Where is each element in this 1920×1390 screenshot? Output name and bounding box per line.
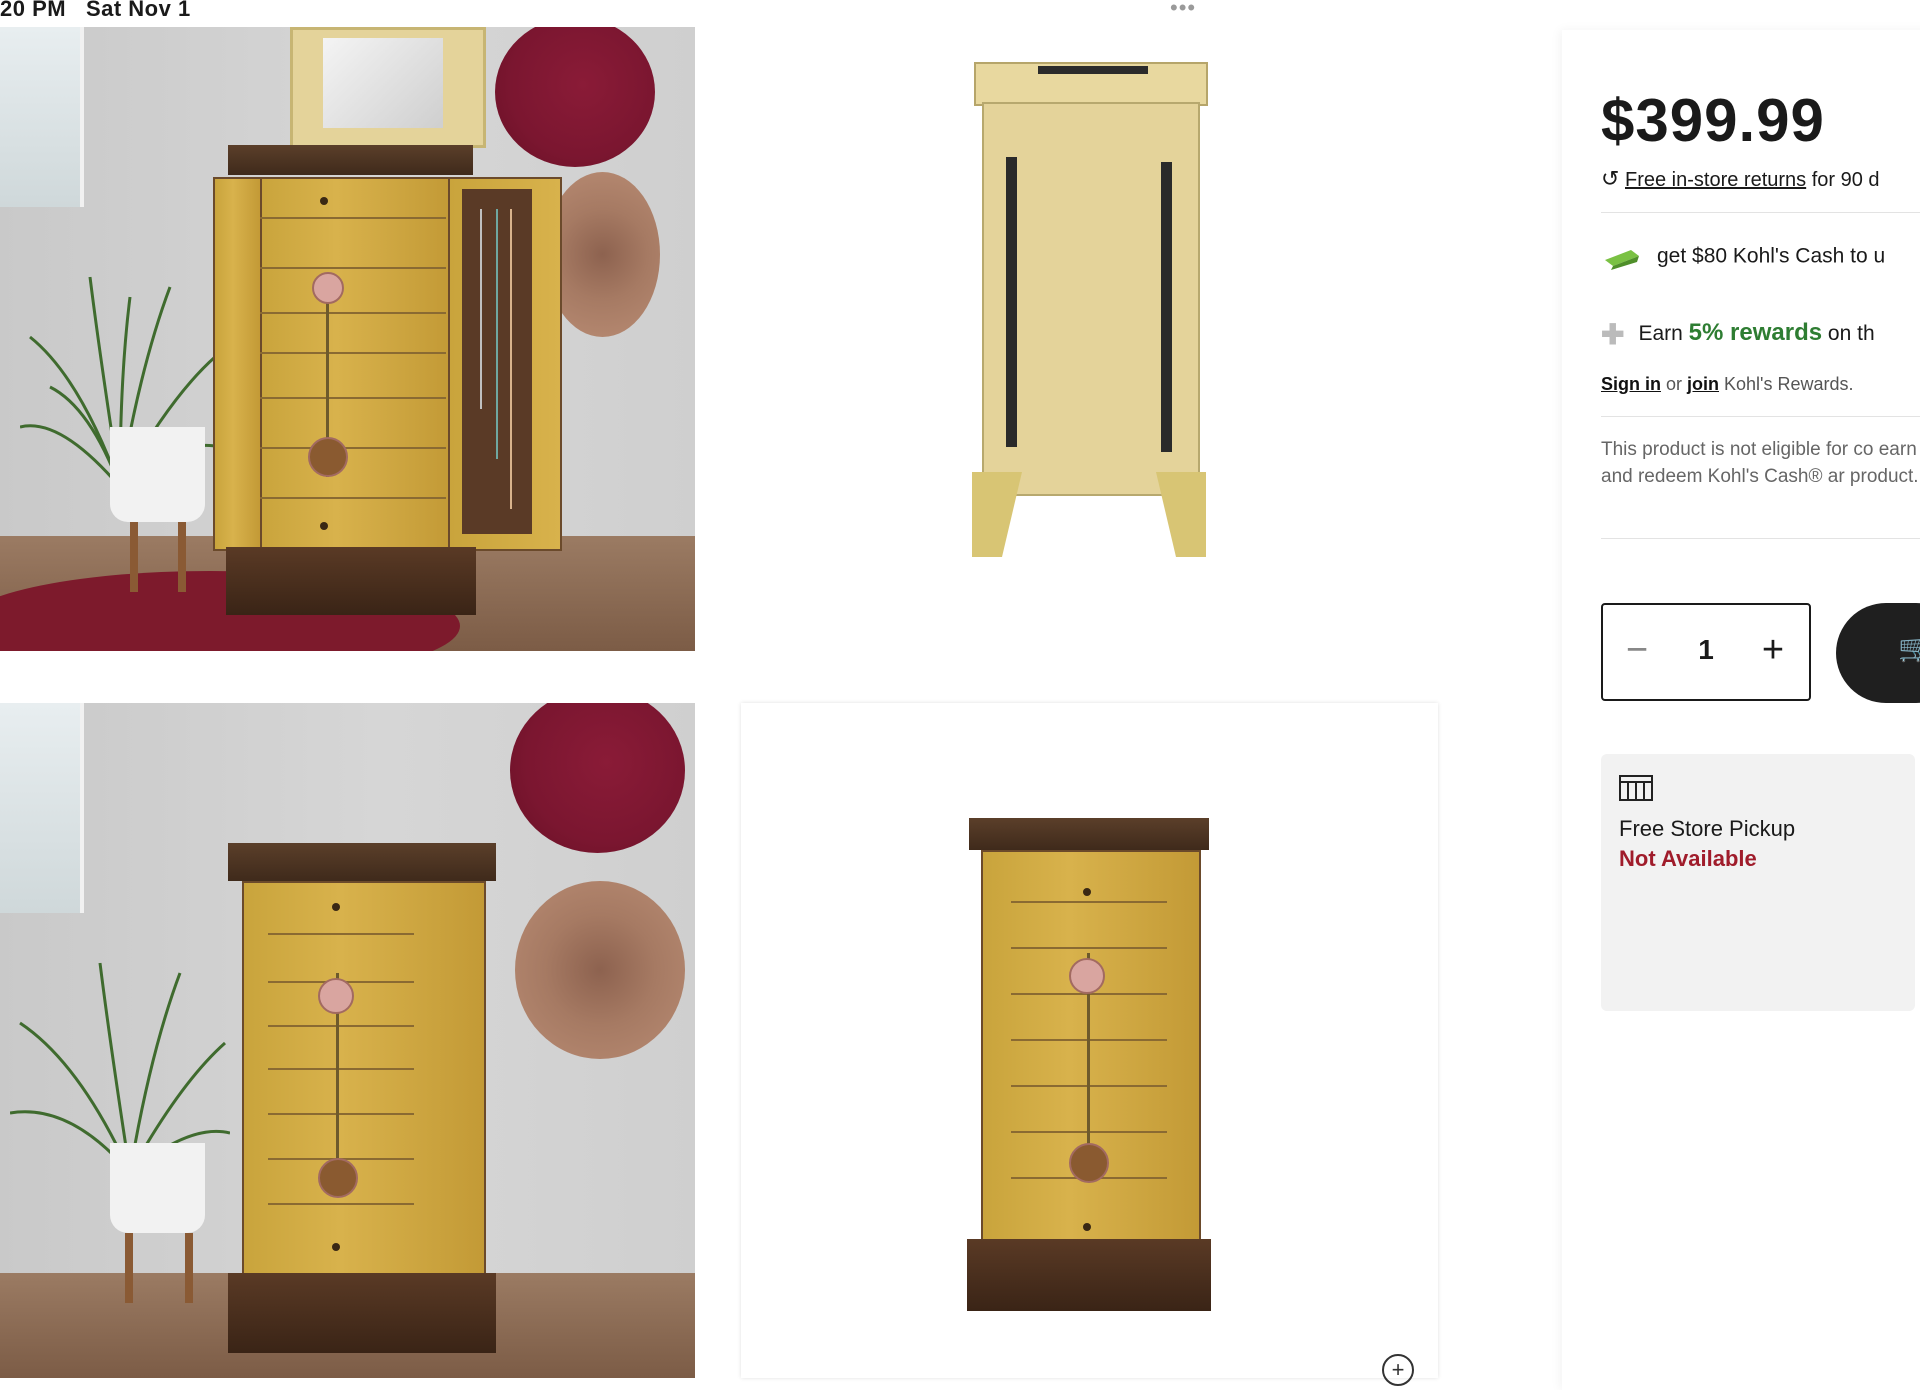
hinge-strip [1006, 157, 1017, 447]
product-image-front[interactable] [741, 703, 1438, 1378]
cabinet-body [981, 850, 1201, 1246]
zoom-plus-icon[interactable]: + [1382, 1354, 1414, 1386]
plant-stand [178, 522, 186, 592]
product-price: $399.99 [1601, 87, 1825, 154]
rewards-row: ✚ Earn 5% rewards on th [1601, 319, 1875, 350]
divider [1601, 212, 1920, 213]
cabinet-base [967, 1239, 1211, 1311]
status-bar: 20 PM Sat Nov 1 ••• [0, 0, 1920, 26]
plant-stand [185, 1233, 193, 1303]
window [0, 703, 84, 913]
pickup-title: Free Store Pickup [1619, 816, 1796, 841]
divider [1601, 416, 1920, 417]
status-time: 20 PM Sat Nov 1 [0, 0, 191, 21]
quantity-stepper: − 1 + [1601, 603, 1811, 701]
flower-motif [318, 978, 354, 1014]
plant-pot [110, 427, 205, 522]
red-hat [510, 703, 685, 853]
sign-in-link[interactable]: Sign in [1601, 374, 1661, 394]
rewards-percent: 5% rewards [1688, 319, 1823, 347]
more-dots-icon[interactable]: ••• [1170, 0, 1196, 19]
flower-motif [318, 1158, 358, 1198]
store-pickup-card[interactable]: Free Store Pickup Not Available [1601, 754, 1915, 1011]
cabinet-body [258, 177, 452, 561]
free-returns-link[interactable]: Free in-store returns [1625, 169, 1806, 191]
ineligible-notice: This product is not eligible for co earn… [1601, 439, 1919, 487]
cabinet-right-door [448, 177, 562, 551]
cart-icon: 🛒 [1898, 633, 1920, 663]
tan-hat [545, 172, 660, 337]
plus-icon: ✚ [1601, 319, 1625, 350]
cabinet-back-top [974, 62, 1208, 106]
red-hat [495, 27, 655, 167]
flower-motif [312, 272, 344, 304]
plant-stand [130, 522, 138, 592]
cabinet-top [969, 818, 1209, 850]
divider [1601, 538, 1920, 539]
cabinet-body [242, 881, 486, 1280]
product-image-back[interactable] [744, 27, 1439, 651]
window [0, 27, 84, 207]
cabinet-base [226, 547, 476, 615]
kohls-cash-icon [1605, 250, 1639, 270]
product-image-open-room[interactable] [0, 27, 695, 651]
mirror-lid [290, 27, 486, 148]
quantity-value[interactable]: 1 [1683, 625, 1729, 675]
flower-motif [308, 437, 348, 477]
plant-stand [125, 1233, 133, 1303]
returns-info: ↺ Free in-store returns for 90 d [1601, 166, 1880, 191]
store-icon [1619, 775, 1653, 801]
pickup-status: Not Available [1619, 846, 1757, 871]
cabinet-top [228, 145, 473, 175]
quantity-increase-button[interactable]: + [1753, 625, 1793, 675]
buy-box-panel [1562, 30, 1920, 1390]
cabinet-top [228, 843, 496, 881]
flower-motif [1069, 1143, 1109, 1183]
hinge-strip [1161, 162, 1172, 452]
kohls-cash-row: get $80 Kohl's Cash to u [1601, 244, 1885, 270]
returns-icon: ↺ [1601, 166, 1620, 191]
plant-pot [110, 1143, 205, 1233]
signin-row: Sign in or join Kohl's Rewards. [1601, 374, 1854, 394]
cabinet-base [228, 1273, 496, 1353]
product-image-closed-room[interactable] [0, 703, 695, 1378]
flower-motif [1069, 958, 1105, 994]
tan-hat [515, 881, 685, 1059]
quantity-decrease-button[interactable]: − [1617, 625, 1657, 675]
join-link[interactable]: join [1687, 374, 1719, 394]
cabinet-left-door [213, 177, 262, 551]
